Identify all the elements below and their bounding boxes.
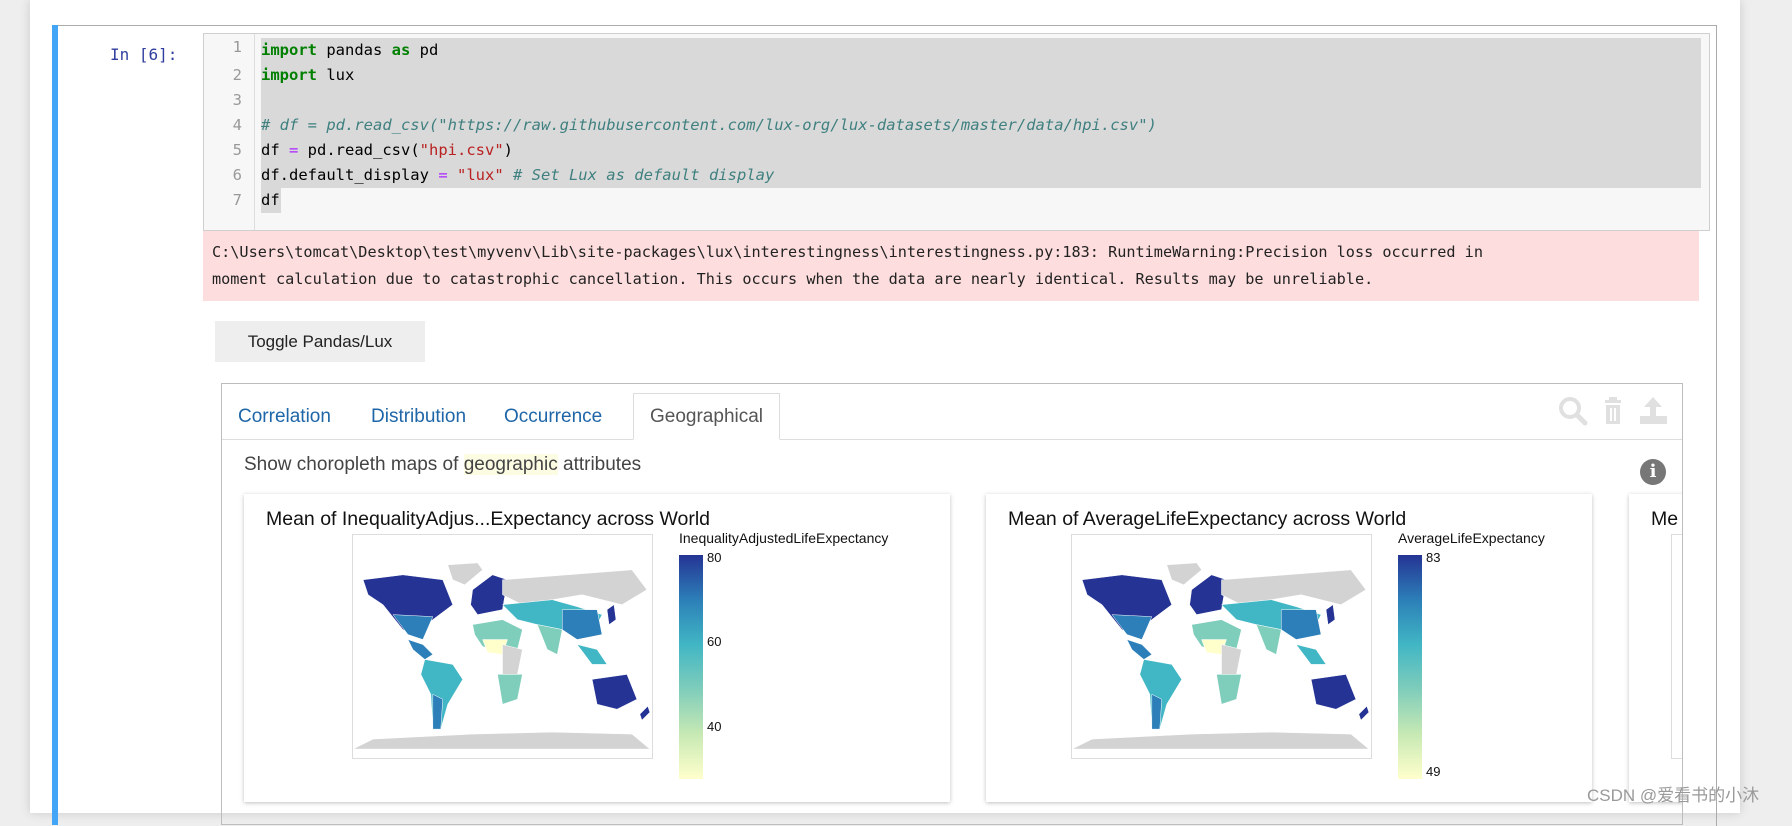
- chart-title: Mean of AverageLifeExpectancy across Wor…: [1008, 508, 1407, 530]
- input-prompt: In [6]:: [110, 45, 178, 64]
- tab-description: Show choropleth maps of geographic attri…: [244, 454, 642, 475]
- line-number: 6: [232, 166, 242, 184]
- legend-tick: 83: [1426, 550, 1441, 565]
- choropleth-map: [1071, 534, 1372, 759]
- map-region: [1295, 644, 1327, 665]
- map-region: [561, 609, 603, 640]
- map-region: [1255, 624, 1282, 655]
- warning-line: moment calculation due to catastrophic c…: [212, 270, 1374, 288]
- map-region: [1221, 569, 1367, 605]
- code-line: import lux: [261, 66, 355, 84]
- legend-tick: 40: [707, 719, 722, 734]
- choropleth-map: [352, 534, 653, 759]
- line-number-gutter: 1 2 3 4 5 6 7: [204, 34, 255, 230]
- tab-bar: Correlation Distribution Occurrence Geog…: [222, 384, 1682, 440]
- map-region: [1139, 659, 1182, 730]
- choropleth-map: [1671, 534, 1682, 759]
- cell-selected-indicator: [52, 25, 58, 825]
- warning-line: C:\Users\tomcat\Desktop\test\myvenv\Lib\…: [212, 243, 1483, 261]
- chart-card[interactable]: Mean of InequalityAdjus...Expectancy acr…: [244, 494, 950, 802]
- export-icon[interactable]: [1638, 396, 1668, 426]
- line-number: 5: [232, 141, 242, 159]
- map-region: [1216, 674, 1242, 705]
- color-legend: [1398, 555, 1422, 779]
- code-line: df = pd.read_csv("hpi.csv"): [261, 141, 514, 159]
- map-region: [353, 731, 651, 750]
- legend-tick: 80: [707, 550, 722, 565]
- line-number: 7: [232, 191, 242, 209]
- map-region: [502, 569, 648, 605]
- line-number: 3: [232, 91, 242, 109]
- toggle-pandas-lux-button[interactable]: Toggle Pandas/Lux: [215, 321, 425, 362]
- line-number: 4: [232, 116, 242, 134]
- tab-correlation[interactable]: Correlation: [222, 394, 347, 439]
- color-legend: [679, 555, 703, 779]
- chart-title: Me: [1651, 508, 1679, 530]
- map-region: [502, 644, 523, 675]
- map-region: [1126, 639, 1153, 660]
- map-region: [1280, 609, 1322, 640]
- map-region: [639, 705, 651, 721]
- code-line: import pandas as pd: [261, 41, 439, 59]
- line-number: 1: [232, 38, 242, 56]
- search-icon[interactable]: [1558, 396, 1588, 426]
- runtime-warning-output: C:\Users\tomcat\Desktop\test\myvenv\Lib\…: [203, 231, 1699, 301]
- map-region: [1166, 562, 1202, 586]
- map-region: [497, 674, 523, 705]
- chart-card[interactable]: Me: [1629, 494, 1682, 802]
- map-region: [392, 614, 434, 640]
- map-region: [1151, 693, 1163, 730]
- chart-card[interactable]: Mean of AverageLifeExpectancy across Wor…: [986, 494, 1592, 802]
- map-region: [536, 624, 563, 655]
- line-number: 2: [232, 66, 242, 84]
- watermark: CSDN @爱看书的小沐: [1587, 786, 1760, 805]
- map-region: [1189, 574, 1227, 615]
- map-region: [447, 562, 483, 586]
- tab-distribution[interactable]: Distribution: [355, 394, 482, 439]
- code-line: df.default_display = "lux" # Set Lux as …: [261, 166, 775, 184]
- legend-tick: 49: [1426, 764, 1441, 779]
- map-region: [1111, 614, 1153, 640]
- map-region: [1325, 604, 1336, 626]
- tab-occurrence[interactable]: Occurrence: [488, 394, 618, 439]
- code-editor[interactable]: 1 2 3 4 5 6 7 import pandas as pd import…: [203, 33, 1710, 231]
- legend-tick: 60: [707, 634, 722, 649]
- map-region: [1310, 674, 1357, 710]
- map-region: [470, 574, 508, 615]
- trash-icon[interactable]: [1598, 396, 1628, 426]
- chart-title: Mean of InequalityAdjus...Expectancy acr…: [266, 508, 711, 530]
- map-region: [606, 604, 617, 626]
- legend-title: AverageLifeExpectancy: [1398, 530, 1545, 546]
- map-region: [576, 644, 608, 665]
- lux-widget: Correlation Distribution Occurrence Geog…: [221, 383, 1683, 825]
- map-region: [407, 639, 434, 660]
- code-line: # df = pd.read_csv("https://raw.githubus…: [261, 116, 1157, 134]
- map-region: [591, 674, 638, 710]
- tab-geographical[interactable]: Geographical: [633, 393, 781, 440]
- info-icon[interactable]: i: [1640, 459, 1666, 485]
- legend-title: InequalityAdjustedLifeExpectancy: [679, 530, 889, 546]
- map-region: [420, 659, 463, 730]
- map-region: [1358, 705, 1370, 721]
- map-region: [1072, 731, 1370, 750]
- code-line: df: [261, 191, 280, 209]
- map-region: [432, 693, 444, 730]
- map-region: [1221, 644, 1242, 675]
